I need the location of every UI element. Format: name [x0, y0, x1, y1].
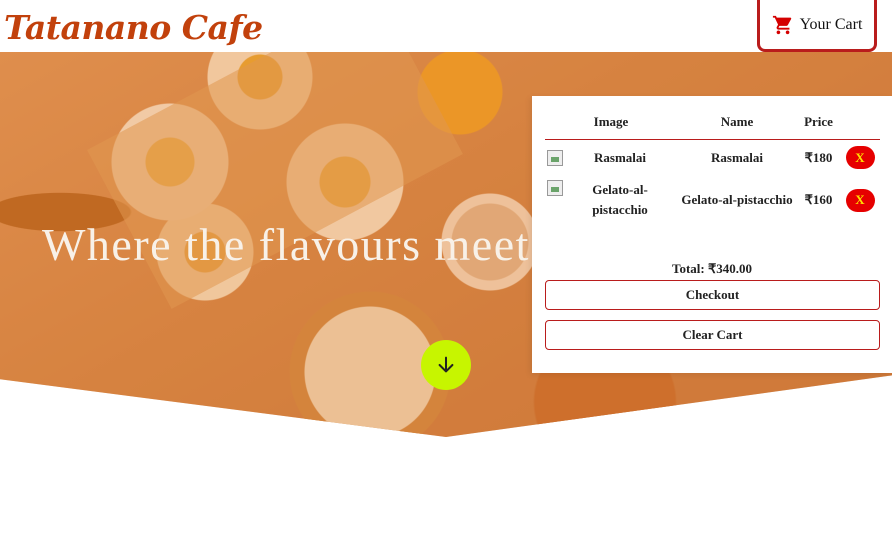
- remove-item-button[interactable]: X: [845, 188, 875, 212]
- cart-table: Image Name Price Rasmalai Rasmalai ₹180 …: [545, 106, 880, 224]
- cart-row: Rasmalai Rasmalai ₹180 X: [545, 139, 880, 176]
- broken-image-icon: [547, 149, 563, 166]
- cart-row: Gelato-al-pistacchio Gelato-al-pistacchi…: [545, 176, 880, 224]
- cart-item-image-cell: Rasmalai: [545, 139, 677, 176]
- cart-item-image-cell: Gelato-al-pistacchio: [545, 176, 677, 224]
- column-header-price: Price: [797, 106, 840, 140]
- remove-item-button[interactable]: X: [845, 146, 875, 170]
- cart-item-image-alt: Gelato-al-pistacchio: [592, 182, 648, 217]
- your-cart-button[interactable]: Your Cart: [757, 0, 877, 52]
- cart-item-price: ₹160: [804, 192, 833, 207]
- column-header-name: Name: [677, 106, 797, 140]
- broken-image-icon: [547, 180, 563, 196]
- checkout-button[interactable]: Checkout: [545, 280, 880, 310]
- brand-logo[interactable]: Tatanano Cafe: [4, 8, 263, 47]
- column-header-image: Image: [545, 106, 677, 140]
- column-header-action: [840, 106, 880, 140]
- cart-item-image-alt: Rasmalai: [594, 149, 646, 165]
- cart-item-name: Gelato-al-pistacchio: [681, 192, 793, 207]
- clear-cart-button[interactable]: Clear Cart: [545, 320, 880, 350]
- cart-total: Total: ₹340.00: [671, 261, 753, 276]
- cart-panel: Image Name Price Rasmalai Rasmalai ₹180 …: [532, 96, 892, 373]
- hero-title: Where the flavours meet: [42, 219, 530, 270]
- shopping-cart-icon: [772, 14, 794, 36]
- site-header: Tatanano Cafe Your Cart: [0, 0, 892, 52]
- cart-item-name: Rasmalai: [711, 149, 763, 165]
- arrow-down-icon: [438, 356, 454, 373]
- scroll-down-button[interactable]: [421, 340, 471, 390]
- cart-item-price: ₹180: [804, 149, 833, 165]
- cart-button-label: Your Cart: [799, 15, 863, 33]
